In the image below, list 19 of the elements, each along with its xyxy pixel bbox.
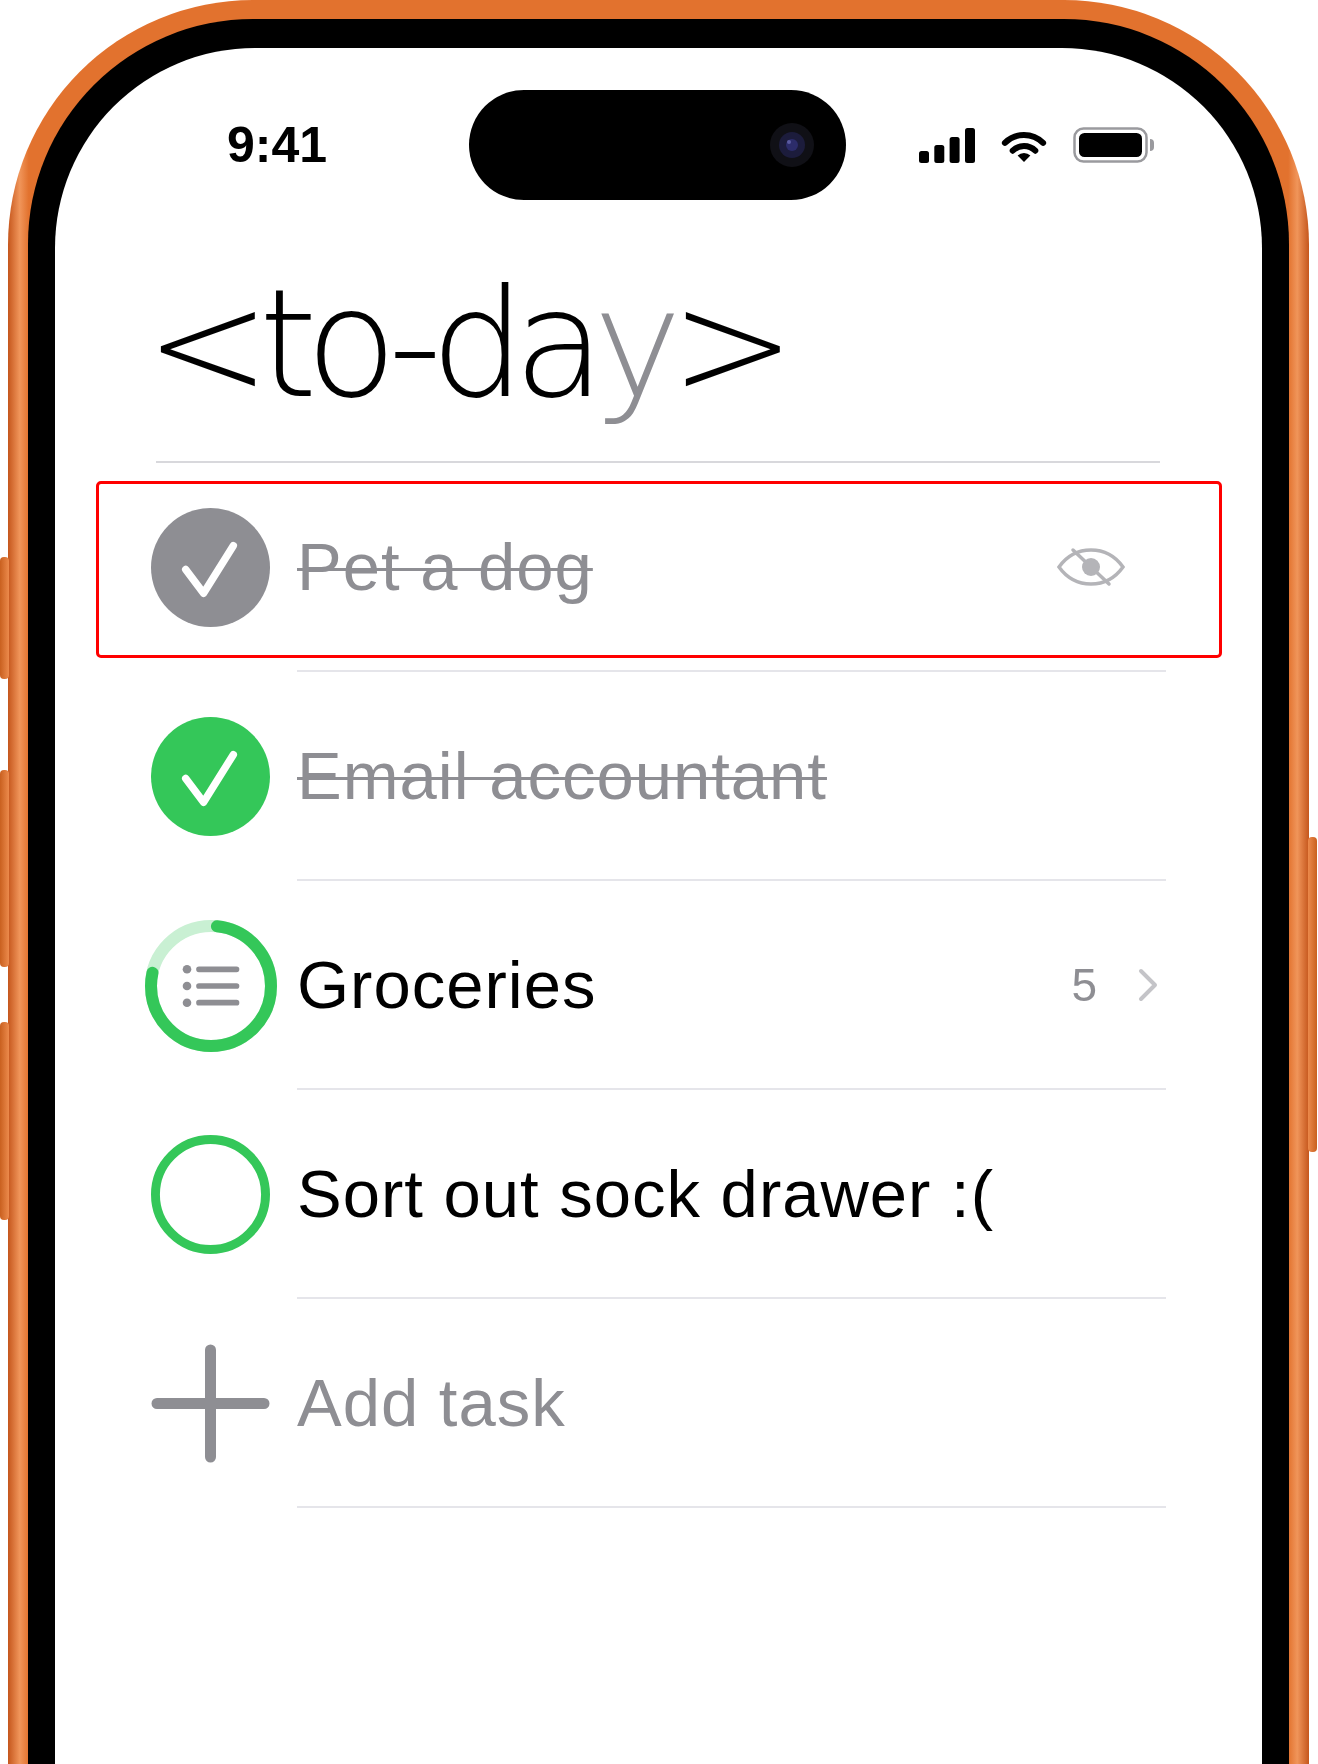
add-task-field[interactable]: Add task xyxy=(297,1364,1166,1441)
item-count: 5 xyxy=(1071,957,1097,1012)
checkmark-circle-icon[interactable] xyxy=(151,717,270,836)
signal-icon xyxy=(919,127,975,163)
status-time: 9:41 xyxy=(227,117,328,173)
empty-circle-icon[interactable] xyxy=(151,1135,270,1254)
task-title: Pet a dog xyxy=(297,528,593,605)
eye-slash-icon[interactable] xyxy=(1055,546,1127,587)
checkmark-circle-icon[interactable] xyxy=(151,508,270,627)
chevron-right-icon[interactable] xyxy=(1138,967,1158,1002)
list-icon xyxy=(182,964,239,1007)
battery-icon xyxy=(1073,127,1155,163)
task-title: Email accountant xyxy=(297,737,827,814)
progress-ring[interactable] xyxy=(144,919,277,1052)
task-title: Sort out sock drawer :( xyxy=(297,1155,994,1232)
app-title: <to-day> xyxy=(145,256,785,433)
plus-icon[interactable] xyxy=(151,1344,270,1463)
camera-lens-icon xyxy=(770,123,814,167)
task-title: Groceries xyxy=(297,946,597,1023)
